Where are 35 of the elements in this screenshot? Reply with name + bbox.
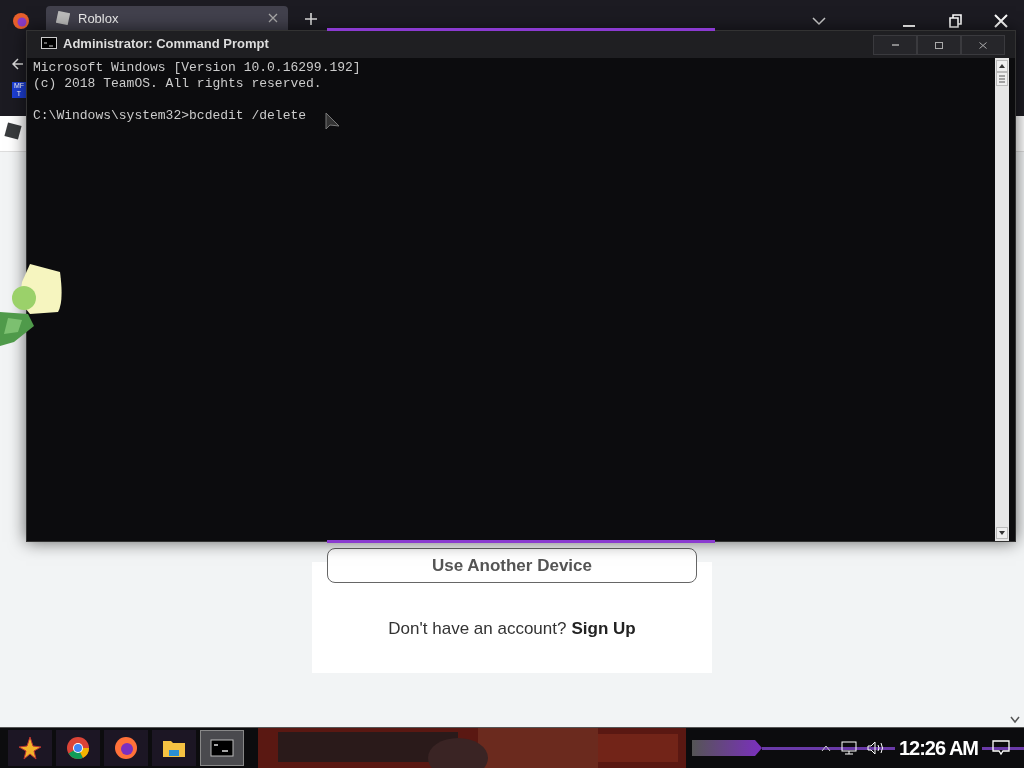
restore-icon[interactable] [948, 14, 962, 28]
maximize-button[interactable] [917, 35, 961, 55]
window-title: Administrator: Command Prompt [63, 35, 270, 51]
network-icon[interactable] [840, 741, 857, 755]
back-arrow-icon[interactable] [12, 58, 24, 70]
taskbar-app-button[interactable] [8, 730, 52, 766]
scroll-thumb-icon[interactable] [996, 72, 1008, 86]
taskbar-app-button[interactable] [104, 730, 148, 766]
command-line[interactable]: C:\Windows\system32>bcdedit /delete [33, 108, 307, 124]
chrome-icon [66, 736, 90, 760]
use-another-device-button[interactable]: Use Another Device [327, 548, 697, 583]
taskbar-arrow-drawing [692, 740, 762, 756]
minimize-icon [891, 44, 899, 46]
close-icon [979, 41, 987, 49]
scrollbar[interactable] [995, 58, 1009, 541]
mouse-pointer-icon [325, 112, 341, 132]
star-logo-icon [18, 736, 42, 760]
maximize-icon [935, 41, 943, 49]
taskbar-app-button[interactable] [152, 730, 196, 766]
logo-icon[interactable] [4, 122, 22, 140]
sign-up-link[interactable]: Sign Up [571, 619, 636, 639]
page-icon [56, 11, 70, 25]
chevron-down-icon[interactable] [812, 16, 826, 26]
caret-up-icon[interactable] [820, 744, 831, 752]
signup-prompt: Don't have an account? [388, 619, 567, 639]
volume-icon[interactable] [866, 741, 885, 755]
console-output-line: (c) 2018 TeamOS. All rights reserved. [33, 76, 322, 92]
console-icon [41, 37, 57, 49]
console-output-line: Microsoft Windows [Version 10.0.16299.192] [33, 60, 361, 76]
taskbar-app-button[interactable] [200, 730, 244, 766]
new-tab-icon[interactable] [304, 12, 318, 26]
notification-icon[interactable] [992, 740, 1010, 756]
browser-tab[interactable]: Roblox [46, 6, 288, 30]
taskbar-app-button[interactable] [56, 730, 100, 766]
console-icon [210, 736, 234, 760]
